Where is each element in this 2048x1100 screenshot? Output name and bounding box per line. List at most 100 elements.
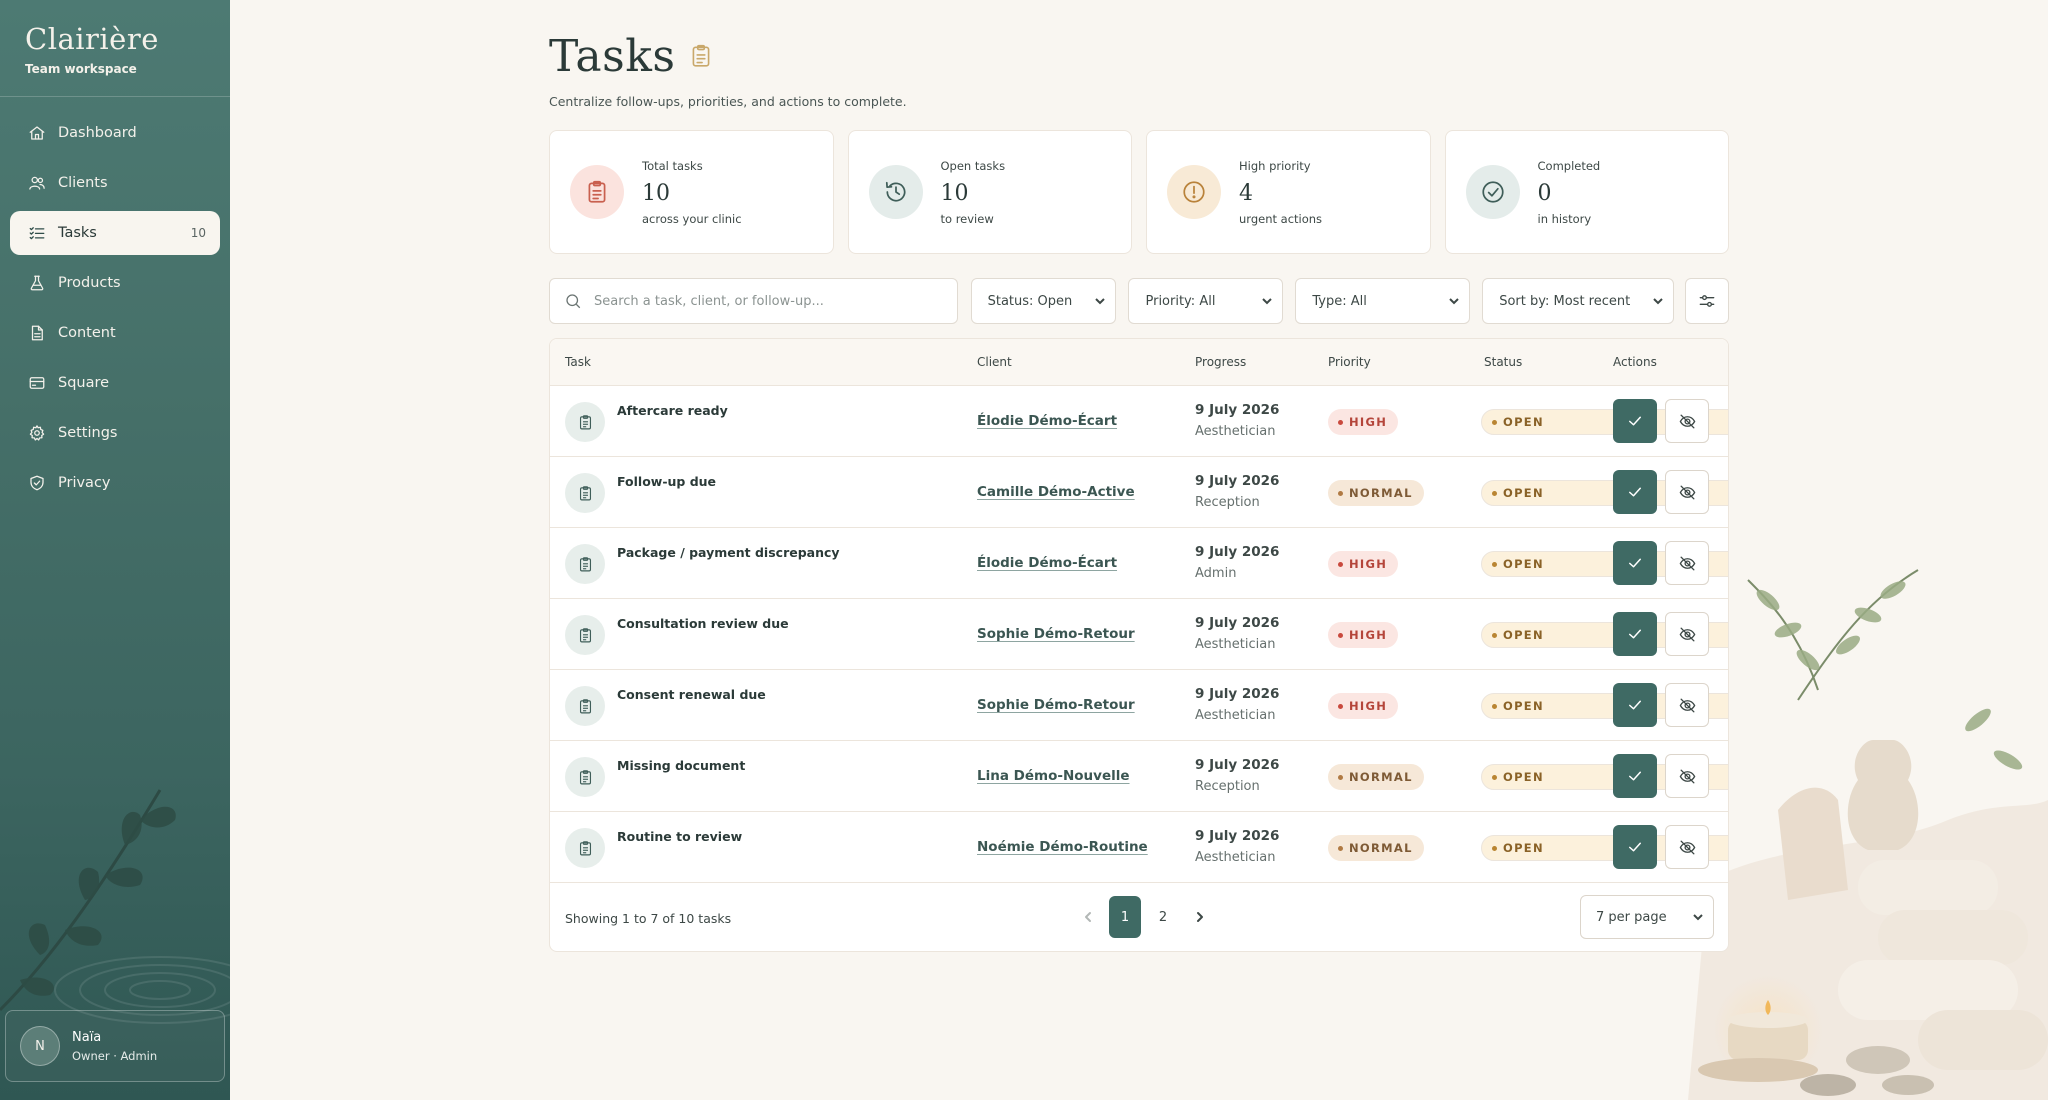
priority-label: NORMAL [1349, 770, 1413, 784]
type-filter-select[interactable]: Type: All [1295, 278, 1471, 324]
table-row[interactable]: Aftercare ready Élodie Démo-Écart 9 July 2… [550, 386, 1728, 457]
clipboard-icon [579, 556, 591, 571]
task-icon-wrapper [565, 615, 605, 655]
hide-task-button[interactable] [1665, 470, 1709, 514]
client-link[interactable]: Camille Démo-Active [977, 484, 1135, 500]
advanced-filters-button[interactable] [1685, 278, 1729, 324]
hide-task-button[interactable] [1665, 612, 1709, 656]
brand-logo[interactable]: Clairière [25, 22, 205, 56]
column-header-status[interactable]: Status [1484, 355, 1522, 369]
column-header-task[interactable]: Task [565, 355, 591, 369]
status-label: OPEN [1503, 628, 1544, 642]
user-profile-card[interactable]: N Naïa Owner · Admin [5, 1010, 225, 1082]
per-page-select[interactable]: 7 per page [1580, 895, 1714, 939]
task-icon-wrapper [565, 686, 605, 726]
task-icon-wrapper [565, 828, 605, 868]
mark-complete-button[interactable] [1613, 825, 1657, 869]
task-icon-wrapper [565, 473, 605, 513]
task-title[interactable]: Consent renewal due [617, 687, 766, 702]
column-header-client[interactable]: Client [977, 355, 1012, 369]
client-link[interactable]: Noémie Démo-Routine [977, 839, 1148, 855]
checklist-icon [29, 227, 45, 240]
sidebar-item-content[interactable]: Content [10, 311, 220, 355]
stats-row: Total tasks 10 across your clinic Open task… [549, 130, 1729, 254]
main-content: Tasks Centralize follow-ups, priorities,… [549, 0, 1729, 952]
eye-off-icon [1679, 768, 1695, 784]
search-box[interactable] [549, 278, 958, 324]
sidebar-item-products[interactable]: Products [10, 261, 220, 305]
task-icon-wrapper [565, 544, 605, 584]
stat-note: in history [1537, 211, 1592, 226]
client-link[interactable]: Sophie Démo-Retour [977, 697, 1135, 713]
page-button-1[interactable]: 1 [1109, 896, 1141, 938]
sidebar-item-tasks[interactable]: Tasks 10 [10, 211, 220, 255]
check-icon [1629, 487, 1641, 497]
priority-dot [1338, 774, 1343, 780]
chevron-right-icon [1197, 912, 1203, 922]
status-filter-select[interactable]: Status: Open [970, 278, 1117, 324]
task-title[interactable]: Routine to review [617, 829, 742, 844]
table-row[interactable]: Routine to review Noémie Démo-Routine 9 Ju… [550, 812, 1728, 883]
progress-date: 9 July 2026 [1195, 402, 1280, 418]
clipboard-icon [579, 840, 591, 855]
check-icon [1629, 558, 1641, 568]
task-title[interactable]: Follow-up due [617, 474, 716, 489]
progress-role: Reception [1195, 495, 1260, 510]
check-icon [1629, 842, 1641, 852]
chevron-down-icon [1262, 298, 1273, 305]
hide-task-button[interactable] [1665, 754, 1709, 798]
next-page-button[interactable] [1182, 896, 1218, 938]
hide-task-button[interactable] [1665, 541, 1709, 585]
hide-task-button[interactable] [1665, 825, 1709, 869]
priority-dot [1338, 845, 1343, 851]
leaf-decoration [0, 789, 176, 1012]
table-row[interactable]: Package / payment discrepancy Élodie Démo… [550, 528, 1728, 599]
previous-page-button[interactable] [1070, 896, 1106, 938]
stat-value: 4 [1239, 180, 1253, 206]
table-row[interactable]: Consultation review due Sophie Démo-Retou… [550, 599, 1728, 670]
sidebar-item-settings[interactable]: Settings [10, 411, 220, 455]
sort-value: Sort by: Most recent [1499, 293, 1631, 309]
hide-task-button[interactable] [1665, 399, 1709, 443]
page-button-2[interactable]: 2 [1147, 896, 1179, 938]
stat-note: urgent actions [1239, 211, 1323, 226]
chevron-left-icon [1085, 912, 1091, 922]
table-row[interactable]: Follow-up due Camille Démo-Active 9 July 2… [550, 457, 1728, 528]
sidebar-item-dashboard[interactable]: Dashboard [10, 111, 220, 155]
client-link[interactable]: Sophie Démo-Retour [977, 626, 1135, 642]
mark-complete-button[interactable] [1613, 541, 1657, 585]
priority-filter-select[interactable]: Priority: All [1128, 278, 1284, 324]
table-row[interactable]: Consent renewal due Sophie Démo-Retour 9 J… [550, 670, 1728, 741]
sidebar-item-clients[interactable]: Clients [10, 161, 220, 205]
chevron-down-icon [1095, 298, 1106, 305]
task-title[interactable]: Missing document [617, 758, 745, 773]
task-title[interactable]: Package / payment discrepancy [617, 545, 840, 560]
mark-complete-button[interactable] [1613, 399, 1657, 443]
client-link[interactable]: Lina Démo-Nouvelle [977, 768, 1130, 784]
hide-task-button[interactable] [1665, 683, 1709, 727]
mark-complete-button[interactable] [1613, 683, 1657, 727]
status-label: OPEN [1503, 415, 1544, 429]
status-label: OPEN [1503, 486, 1544, 500]
column-header-progress[interactable]: Progress [1195, 355, 1246, 369]
priority-label: HIGH [1349, 628, 1388, 642]
search-input[interactable] [594, 293, 924, 309]
stat-card-completed: Completed 0 in history [1444, 130, 1729, 254]
client-link[interactable]: Élodie Démo-Écart [977, 413, 1117, 429]
mark-complete-button[interactable] [1613, 470, 1657, 514]
progress-date: 9 July 2026 [1195, 828, 1280, 844]
sidebar-item-privacy[interactable]: Privacy [10, 461, 220, 505]
sidebar-item-square[interactable]: Square [10, 361, 220, 405]
client-link[interactable]: Élodie Démo-Écart [977, 555, 1117, 571]
task-icon-wrapper [565, 757, 605, 797]
mark-complete-button[interactable] [1613, 612, 1657, 656]
task-title[interactable]: Consultation review due [617, 616, 789, 631]
mark-complete-button[interactable] [1613, 754, 1657, 798]
chevron-down-icon [1449, 298, 1459, 305]
flask-icon [30, 275, 44, 291]
task-title[interactable]: Aftercare ready [617, 403, 728, 418]
sort-select[interactable]: Sort by: Most recent [1482, 278, 1675, 324]
page-title: Tasks [549, 30, 676, 82]
column-header-priority[interactable]: Priority [1328, 355, 1371, 369]
table-row[interactable]: Missing document Lina Démo-Nouvelle 9 July… [550, 741, 1728, 812]
